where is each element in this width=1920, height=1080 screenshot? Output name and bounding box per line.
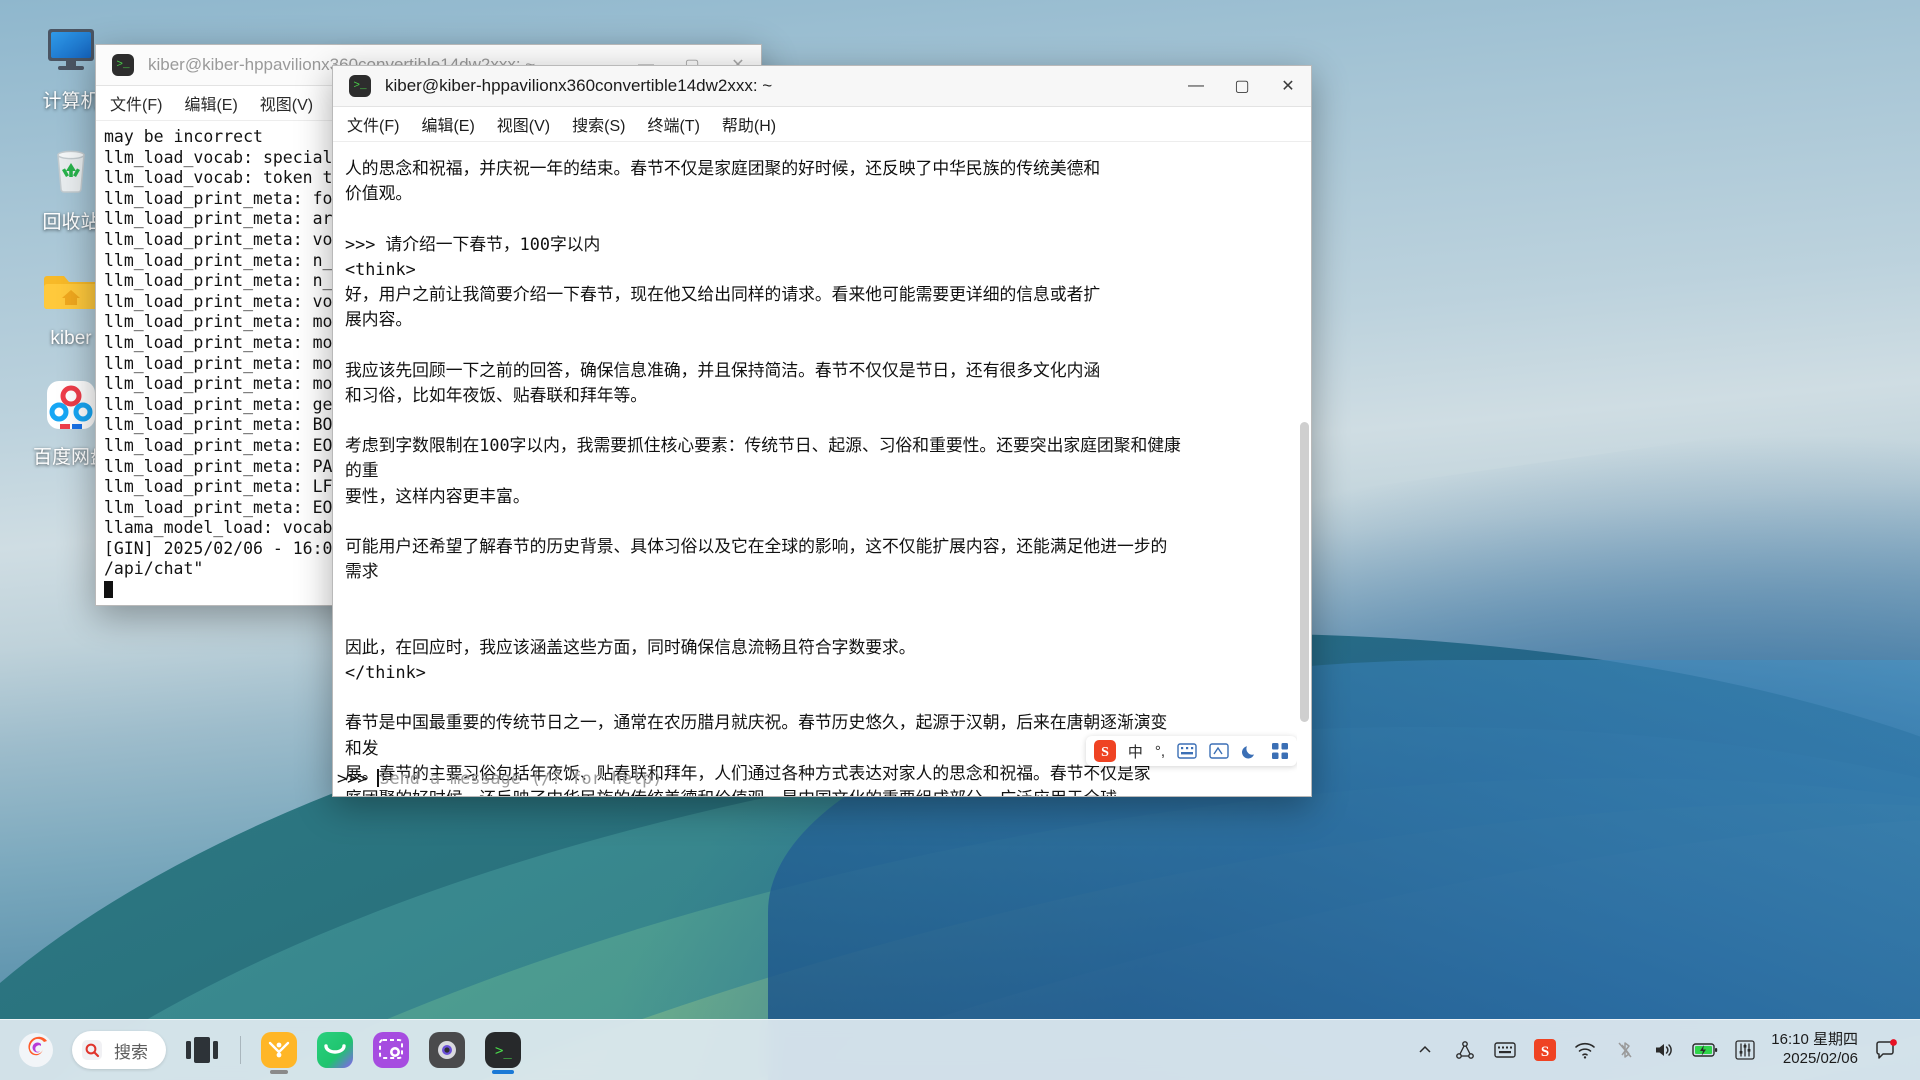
search-icon (82, 1040, 102, 1060)
computer-icon (40, 18, 102, 80)
terminal-output-foreground[interactable]: 人的思念和祝福，并庆祝一年的结束。春节不仅是家庭团聚的好时候，还反映了中华民族的… (333, 142, 1311, 796)
taskbar-separator (240, 1036, 241, 1064)
taskbar-item-mail[interactable] (253, 1024, 305, 1076)
titlebar-foreground-window[interactable]: >_ kiber@kiber-hppavilionx360convertible… (333, 66, 1311, 107)
desktop-icon-label: 计算机 (42, 91, 100, 112)
menu-item-terminal[interactable]: 终端(T) (647, 112, 699, 136)
close-button[interactable]: ✕ (1265, 66, 1311, 106)
clock-time: 16:10 星期四 (1771, 1031, 1858, 1049)
keyboard-icon[interactable] (1485, 1027, 1525, 1073)
svg-text:>_: >_ (495, 1043, 512, 1059)
chevron-up-icon[interactable] (1405, 1027, 1445, 1073)
minimize-button[interactable]: — (1173, 66, 1219, 106)
tool-icon[interactable] (1209, 743, 1229, 759)
menubar-foreground-window[interactable]: 文件(F) 编辑(E) 视图(V) 搜索(S) 终端(T) 帮助(H) (333, 107, 1311, 142)
maximize-button[interactable]: ▢ (1219, 66, 1265, 106)
ime-status-bar[interactable]: S 中 °, (1085, 736, 1297, 766)
taskbar-item-settings[interactable] (421, 1024, 473, 1076)
taskbar-item-firefox[interactable] (10, 1024, 62, 1076)
scrollbar-thumb[interactable] (1300, 422, 1309, 722)
terminal-transcript: 人的思念和祝福，并庆祝一年的结束。春节不仅是家庭团聚的好时候，还反映了中华民族的… (345, 158, 1181, 796)
home-folder-icon (40, 260, 102, 322)
vertical-scrollbar[interactable] (1297, 142, 1311, 796)
menu-item-edit[interactable]: 编辑(E) (421, 112, 474, 136)
recycle-bin-icon (40, 139, 102, 201)
task-view-icon (186, 1037, 218, 1063)
prompt-placeholder: Send a message (/? for help) (379, 768, 663, 788)
sogou-logo-icon[interactable]: S (1093, 740, 1116, 762)
moon-icon[interactable] (1241, 742, 1259, 760)
terminal-prompt-row[interactable]: >>> Send a message (/? for help) (333, 768, 1311, 788)
equalizer-icon[interactable] (1725, 1027, 1765, 1073)
keyboard-icon[interactable] (1177, 743, 1197, 759)
taskbar-item-task-view[interactable] (176, 1024, 228, 1076)
clock-date: 2025/02/06 (1782, 1050, 1858, 1067)
volume-icon[interactable] (1645, 1027, 1685, 1073)
menu-item-view[interactable]: 视图(V) (260, 91, 313, 115)
taskbar-clock[interactable]: 16:10 星期四 2025/02/06 (1771, 1031, 1858, 1069)
terminal-icon: >_ (349, 75, 371, 97)
taskbar-item-wechat[interactable] (309, 1024, 361, 1076)
system-tray: S 16:10 星期四 2025/02/06 (1405, 1027, 1920, 1073)
network-share-icon[interactable] (1445, 1027, 1485, 1073)
taskbar[interactable]: 搜索 >_ S 16:10 星期四 2025/02/06 (0, 1019, 1920, 1080)
menu-item-file[interactable]: 文件(F) (110, 91, 162, 115)
taskbar-running-indicator (492, 1070, 514, 1074)
window-title: kiber@kiber-hppavilionx360convertible14d… (385, 76, 773, 95)
ime-punctuation-mode[interactable]: °, (1155, 743, 1165, 760)
terminal-icon: >_ (112, 54, 134, 76)
battery-charging-icon[interactable] (1685, 1027, 1725, 1073)
apps-icon[interactable] (1271, 742, 1289, 760)
desktop-icon-label: kiber (50, 328, 92, 349)
svg-text:S: S (1101, 745, 1109, 760)
menu-item-search[interactable]: 搜索(S) (572, 112, 625, 136)
taskbar-search[interactable]: 搜索 (72, 1031, 166, 1069)
bluetooth-off-icon[interactable] (1605, 1027, 1645, 1073)
baidu-netdisk-icon (40, 374, 102, 436)
ime-chinese-mode[interactable]: 中 (1128, 741, 1143, 762)
menu-item-edit[interactable]: 编辑(E) (184, 91, 237, 115)
wifi-icon[interactable] (1565, 1027, 1605, 1073)
prompt-symbol: >>> (337, 768, 378, 788)
menu-item-help[interactable]: 帮助(H) (722, 112, 776, 136)
taskbar-item-terminal[interactable]: >_ (477, 1024, 529, 1076)
search-label: 搜索 (114, 1042, 148, 1062)
taskbar-running-indicator (270, 1070, 288, 1074)
taskbar-item-screenshot[interactable] (365, 1024, 417, 1076)
sogou-input-icon[interactable]: S (1525, 1027, 1565, 1073)
taskbar-app-area: 搜索 >_ (0, 1024, 529, 1076)
menu-item-view[interactable]: 视图(V) (497, 112, 550, 136)
svg-text:S: S (1541, 1044, 1549, 1060)
notification-icon[interactable] (1866, 1027, 1906, 1073)
menu-item-file[interactable]: 文件(F) (347, 112, 399, 136)
terminal-window-foreground[interactable]: >_ kiber@kiber-hppavilionx360convertible… (332, 65, 1312, 797)
desktop-icon-label: 回收站 (42, 212, 100, 233)
